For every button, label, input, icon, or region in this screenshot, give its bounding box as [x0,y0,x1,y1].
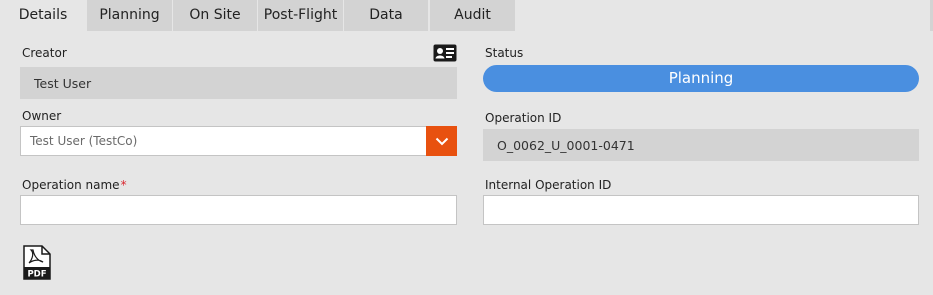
owner-value: Test User (TestCo) [30,134,138,148]
creator-label: Creator [22,46,67,60]
owner-dropdown-button[interactable] [426,126,457,156]
operation-name-label: Operation name* [22,178,127,192]
tab-on-site[interactable]: On Site [173,0,257,31]
operation-id-value: O_0062_U_0001-0471 [497,137,635,153]
internal-operation-id-input[interactable] [483,195,919,225]
creator-field: Test User [20,67,457,99]
owner-select[interactable]: Test User (TestCo) [20,126,457,156]
contact-card-icon[interactable] [433,44,457,62]
creator-value: Test User [34,75,92,91]
tab-details[interactable]: Details [0,0,86,31]
operation-id-field: O_0062_U_0001-0471 [483,129,919,161]
tab-post-flight[interactable]: Post-Flight [258,0,343,31]
internal-operation-id-label: Internal Operation ID [485,178,612,192]
operation-name-label-text: Operation name [22,178,120,192]
status-label: Status [485,46,524,60]
chevron-down-icon [435,137,448,145]
status-badge: Planning [483,65,919,92]
required-mark: * [120,178,127,192]
tab-planning[interactable]: Planning [87,0,172,31]
pdf-icon-text: PDF [27,270,46,280]
operation-id-label: Operation ID [485,111,562,125]
tab-data[interactable]: Data [344,0,428,31]
tab-audit[interactable]: Audit [430,0,515,31]
tab-bar: Details Planning On Site Post-Flight Dat… [0,0,933,31]
pdf-file-icon[interactable]: PDF [23,245,51,280]
operation-name-input[interactable] [20,195,457,225]
owner-label: Owner [22,109,62,123]
